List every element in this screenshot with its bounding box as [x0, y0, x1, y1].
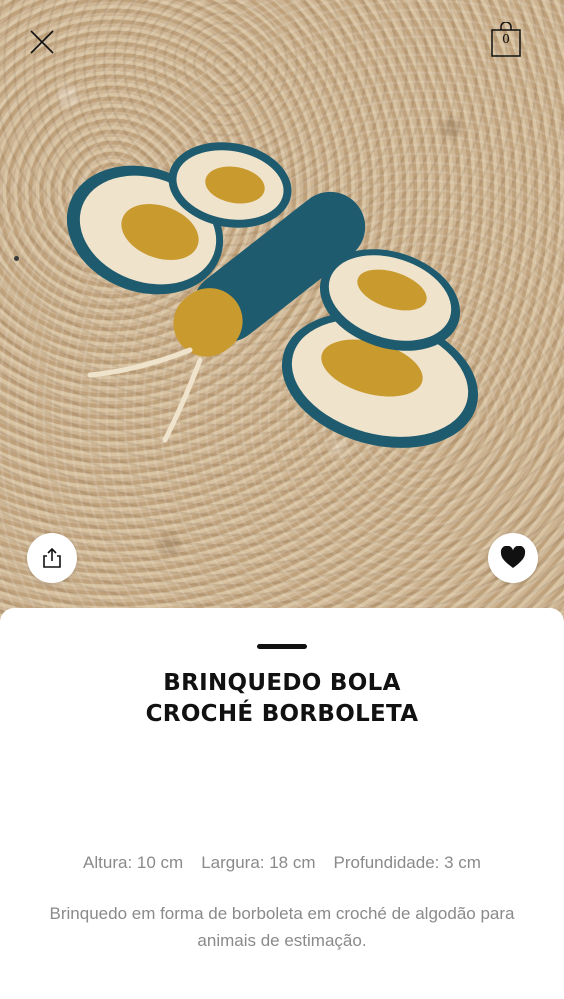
product-title: BRINQUEDO BOLA CROCHÉ BORBOLETA [0, 668, 564, 730]
product-image: 0 [0, 0, 564, 640]
butterfly-toy-illustration [66, 142, 479, 448]
dimension-height: Altura: 10 cm [83, 853, 184, 872]
share-icon [43, 547, 61, 568]
close-icon [30, 30, 54, 54]
carousel-indicator[interactable] [14, 256, 19, 261]
product-dimensions: Altura: 10 cm Largura: 18 cm Profundidad… [0, 853, 564, 873]
sheet-drag-handle[interactable] [257, 644, 307, 649]
favorite-button[interactable] [488, 533, 538, 583]
product-title-line2: CROCHÉ BORBOLETA [145, 701, 419, 727]
dimension-width: Largura: 18 cm [201, 853, 316, 872]
product-details-sheet: BRINQUEDO BOLA CROCHÉ BORBOLETA Altura: … [0, 608, 564, 999]
product-description: Brinquedo em forma de borboleta em croch… [49, 904, 515, 950]
product-title-line1: BRINQUEDO BOLA [163, 670, 401, 696]
shopping-bag-button[interactable]: 0 [490, 21, 522, 58]
close-button[interactable] [26, 26, 58, 58]
heart-icon [500, 546, 526, 568]
dimension-depth: Profundidade: 3 cm [333, 853, 481, 872]
share-button[interactable] [27, 533, 77, 583]
bag-count: 0 [502, 32, 510, 47]
